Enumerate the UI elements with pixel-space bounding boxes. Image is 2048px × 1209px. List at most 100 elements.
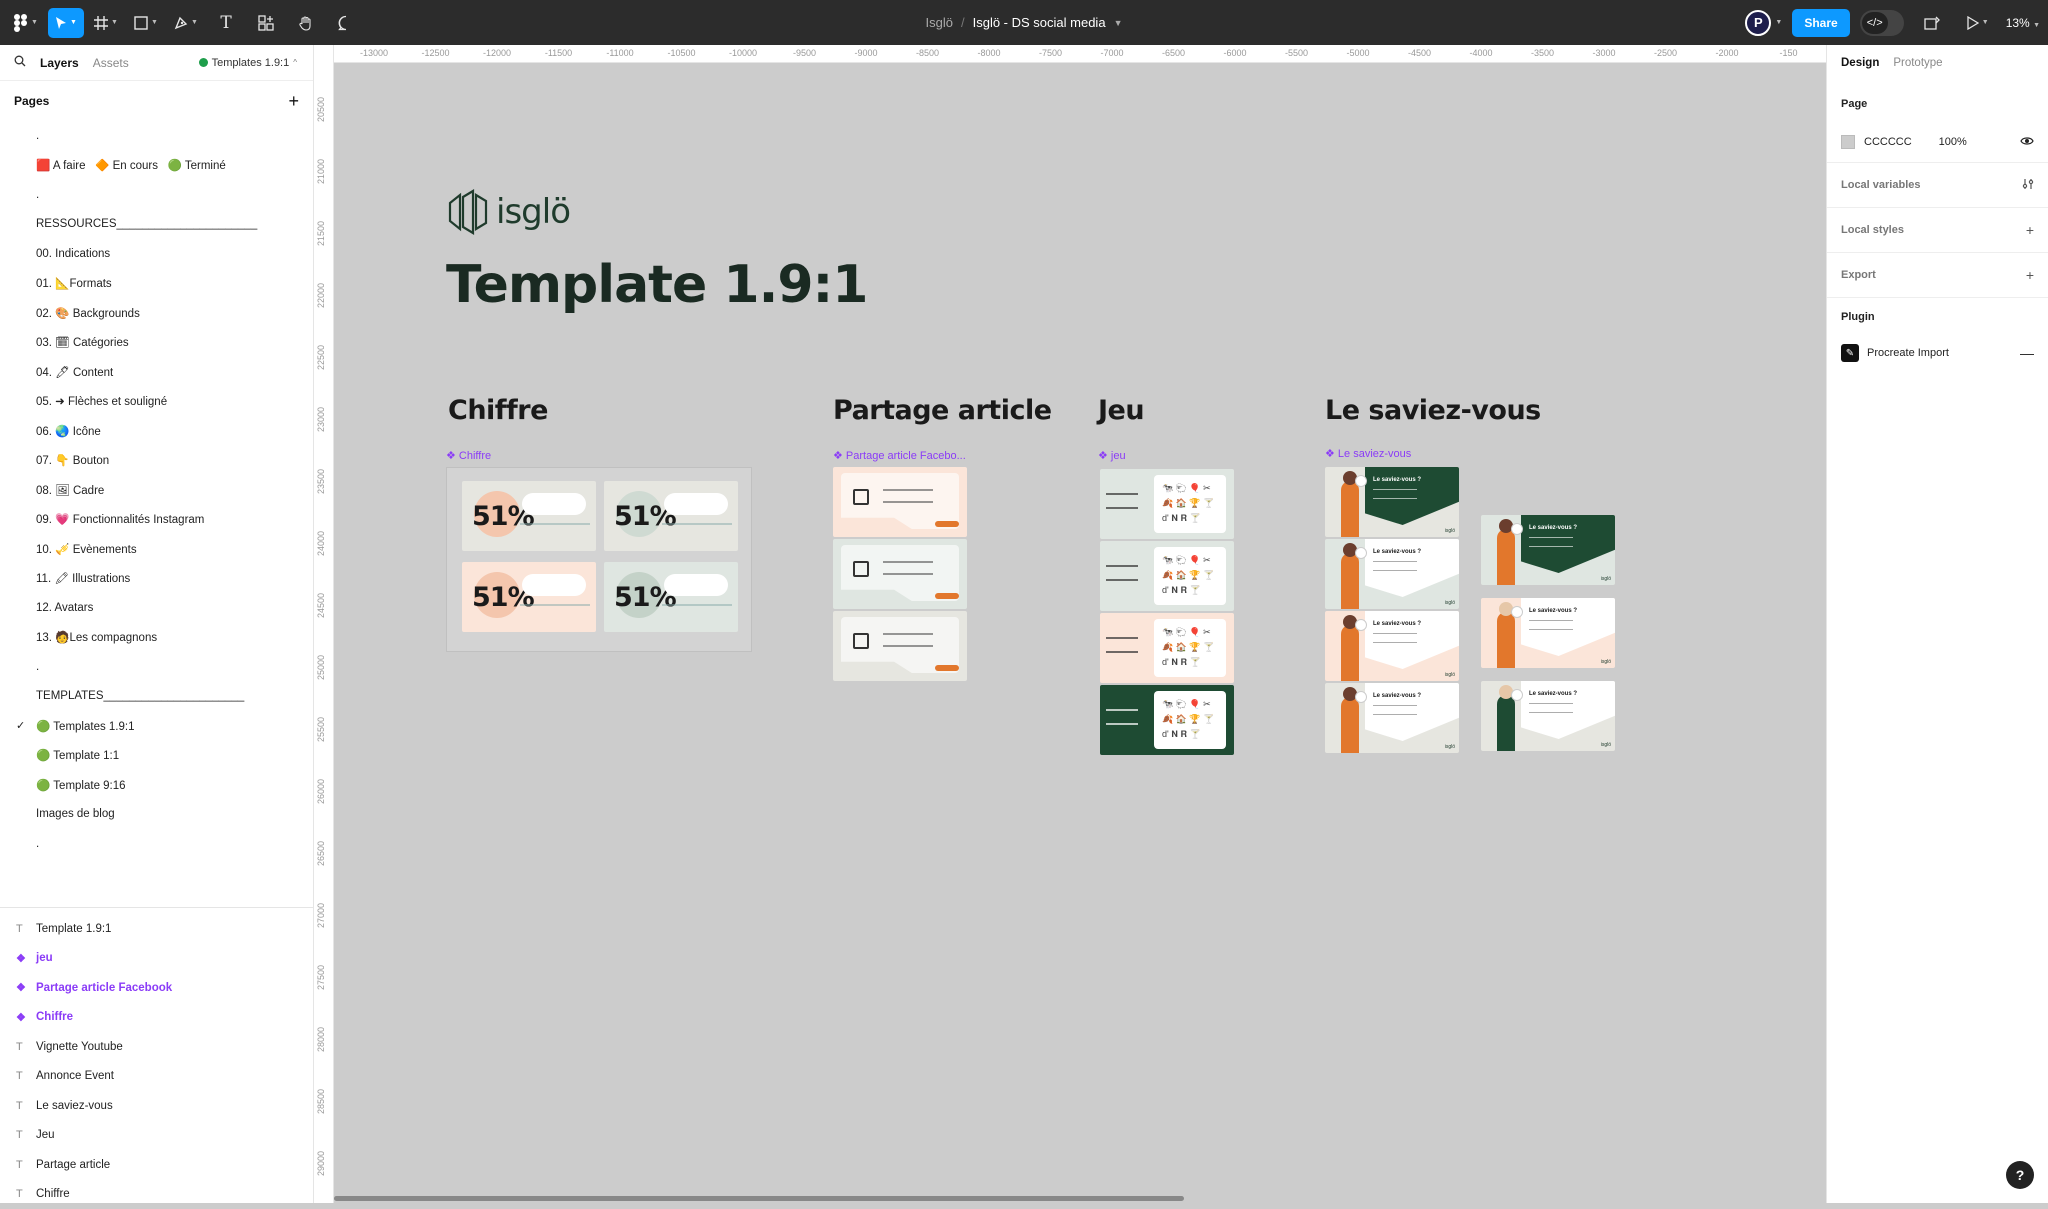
saviez-card[interactable]: Le saviez-vous ?isglö [1325, 611, 1459, 681]
move-tool-icon[interactable]: ▼ [48, 8, 84, 38]
color-swatch[interactable] [1841, 135, 1855, 149]
chiffre-card[interactable]: 51% [462, 562, 596, 632]
tab-layers[interactable]: Layers [40, 56, 79, 70]
add-export-icon[interactable]: + [2026, 267, 2034, 283]
page-item[interactable]: . [0, 180, 313, 210]
saviez-card[interactable]: Le saviez-vous ?isglö [1325, 683, 1459, 753]
library-icon[interactable] [1914, 8, 1950, 38]
page-item[interactable]: ✓🟢 Templates 1.9:1 [0, 711, 313, 741]
page-item[interactable]: 🟢 Template 1:1 [0, 741, 313, 771]
page-item[interactable]: . [0, 121, 313, 151]
layer-row[interactable]: TTemplate 1.9:1 [0, 914, 314, 944]
page-item[interactable]: 12. Avatars [0, 593, 313, 623]
local-styles-section[interactable]: Local styles + [1827, 208, 2048, 253]
present-icon[interactable]: ▼ [1960, 8, 1996, 38]
zoom-level[interactable]: 13% ▼ [2006, 16, 2040, 30]
saviez-card[interactable]: Le saviez-vous ?isglö [1481, 681, 1615, 751]
page-item[interactable]: 🟢 Template 9:16 [0, 770, 313, 800]
share-button[interactable]: Share [1792, 9, 1849, 37]
plugin-row[interactable]: ✎ Procreate Import — [1827, 336, 2048, 370]
dev-mode-toggle[interactable]: </> [1860, 10, 1904, 36]
local-variables-section[interactable]: Local variables [1827, 163, 2048, 208]
saviez-card[interactable]: Le saviez-vous ?isglö [1481, 515, 1615, 585]
page-item[interactable]: Images de blog [0, 800, 313, 830]
layer-row[interactable]: TAnnonce Event [0, 1062, 314, 1092]
canvas[interactable]: -13000-12500-12000-11500-11000-10500-100… [314, 45, 1826, 1203]
help-button[interactable]: ? [2006, 1161, 2034, 1189]
components-icon[interactable] [248, 8, 284, 38]
jeu-card[interactable]: 🐄 🐑 🎈 ✂🍂 🏠 🏆 🍸d' 𝐍 𝐑 🍸 [1100, 685, 1234, 755]
component-label-jeu[interactable]: ❖ jeu [1098, 449, 1126, 462]
variables-settings-icon[interactable] [2022, 177, 2034, 193]
file-name[interactable]: Isglö - DS social media [973, 15, 1106, 30]
layer-row[interactable]: ❖Chiffre [0, 1003, 314, 1033]
layer-row[interactable]: ❖Partage article Facebook [0, 973, 314, 1003]
page-item[interactable]: 01. 📐Formats [0, 269, 313, 299]
jeu-card[interactable]: 🐄 🐑 🎈 ✂🍂 🏠 🏆 🍸d' 𝐍 𝐑 🍸 [1100, 469, 1234, 539]
layer-row[interactable]: ❖jeu [0, 944, 314, 974]
chiffre-card[interactable]: 51% [604, 562, 738, 632]
chiffre-card[interactable]: 51% [604, 481, 738, 551]
add-style-icon[interactable]: + [2026, 222, 2034, 238]
plugin-name[interactable]: Procreate Import [1867, 347, 1949, 359]
shape-tool-icon[interactable]: ▼ [128, 8, 164, 38]
page-item[interactable]: 02. 🎨 Backgrounds [0, 298, 313, 328]
comment-tool-icon[interactable] [328, 8, 364, 38]
section-title-jeu[interactable]: Jeu [1098, 395, 1144, 426]
saviez-card[interactable]: Le saviez-vous ?isglö [1481, 598, 1615, 668]
page-item[interactable]: 04. 🖊 Content [0, 357, 313, 387]
saviez-card[interactable]: Le saviez-vous ?isglö [1325, 539, 1459, 609]
page-item[interactable]: 10. 🎺 Evènements [0, 534, 313, 564]
current-page-selector[interactable]: Templates 1.9:1 ^ [199, 57, 297, 69]
remove-plugin-icon[interactable]: — [2020, 345, 2034, 361]
component-label-saviez[interactable]: ❖ Le saviez-vous [1325, 447, 1411, 460]
page-item[interactable]: 06. 🌏 Icône [0, 416, 313, 446]
page-item[interactable]: 03. 🗓 Catégories [0, 328, 313, 358]
saviez-card[interactable]: Le saviez-vous ?isglö [1325, 467, 1459, 537]
tab-prototype[interactable]: Prototype [1893, 57, 1942, 69]
chevron-down-icon[interactable]: ▼ [1775, 19, 1782, 26]
tab-design[interactable]: Design [1841, 57, 1879, 69]
avatar[interactable]: P [1745, 10, 1771, 36]
page-item[interactable]: 08. 🖼 Cadre [0, 475, 313, 505]
component-label-partage[interactable]: ❖ Partage article Facebo... [833, 449, 966, 462]
page-item[interactable]: 🟥 A faire 🔶 En cours 🟢 Terminé [0, 151, 313, 181]
page-item[interactable]: 00. Indications [0, 239, 313, 269]
layer-row[interactable]: TJeu [0, 1121, 314, 1151]
page-title[interactable]: Template 1.9:1 [446, 255, 867, 315]
page-fill-hex[interactable]: CCCCCC [1864, 136, 1912, 148]
page-item[interactable]: 09. 💗 Fonctionnalités Instagram [0, 505, 313, 535]
layer-row[interactable]: TChiffre [0, 1180, 314, 1209]
page-item[interactable]: RESSOURCES______________________ [0, 210, 313, 240]
chevron-down-icon[interactable]: ▼ [1114, 18, 1123, 28]
page-item[interactable]: 07. 👇 Bouton [0, 446, 313, 476]
page-item[interactable]: TEMPLATES______________________ [0, 682, 313, 712]
page-fill-row[interactable]: CCCCCC 100% [1827, 121, 2048, 163]
page-fill-opacity[interactable]: 100% [1939, 136, 1967, 148]
jeu-card[interactable]: 🐄 🐑 🎈 ✂🍂 🏠 🏆 🍸d' 𝐍 𝐑 🍸 [1100, 541, 1234, 611]
horizontal-scrollbar[interactable] [334, 1196, 1184, 1201]
partage-card[interactable] [833, 467, 967, 537]
team-name[interactable]: Isglö [926, 15, 953, 30]
partage-card[interactable] [833, 539, 967, 609]
page-item[interactable]: 05. ➜ Flèches et souligné [0, 387, 313, 417]
hand-tool-icon[interactable] [288, 8, 324, 38]
pen-tool-icon[interactable]: ▼ [168, 8, 204, 38]
tab-assets[interactable]: Assets [93, 56, 129, 70]
section-title-chiffre[interactable]: Chiffre [448, 395, 548, 426]
figma-menu-icon[interactable]: ▼ [8, 8, 44, 38]
partage-card[interactable] [833, 611, 967, 681]
multiplayer-avatars[interactable]: P ▼ [1745, 10, 1782, 36]
chiffre-card[interactable]: 51% [462, 481, 596, 551]
page-item[interactable]: . [0, 652, 313, 682]
section-title-saviez[interactable]: Le saviez-vous [1325, 395, 1541, 426]
layer-row[interactable]: TPartage article [0, 1150, 314, 1180]
jeu-card[interactable]: 🐄 🐑 🎈 ✂🍂 🏠 🏆 🍸d' 𝐍 𝐑 🍸 [1100, 613, 1234, 683]
page-item[interactable]: . [0, 829, 313, 859]
page-item[interactable]: 11. 🖍 Illustrations [0, 564, 313, 594]
visibility-eye-icon[interactable] [2020, 135, 2034, 149]
text-tool-icon[interactable]: T [208, 8, 244, 38]
frame-tool-icon[interactable]: ▼ [88, 8, 124, 38]
search-icon[interactable] [14, 55, 26, 70]
component-label-chiffre[interactable]: ❖ Chiffre [446, 449, 491, 462]
